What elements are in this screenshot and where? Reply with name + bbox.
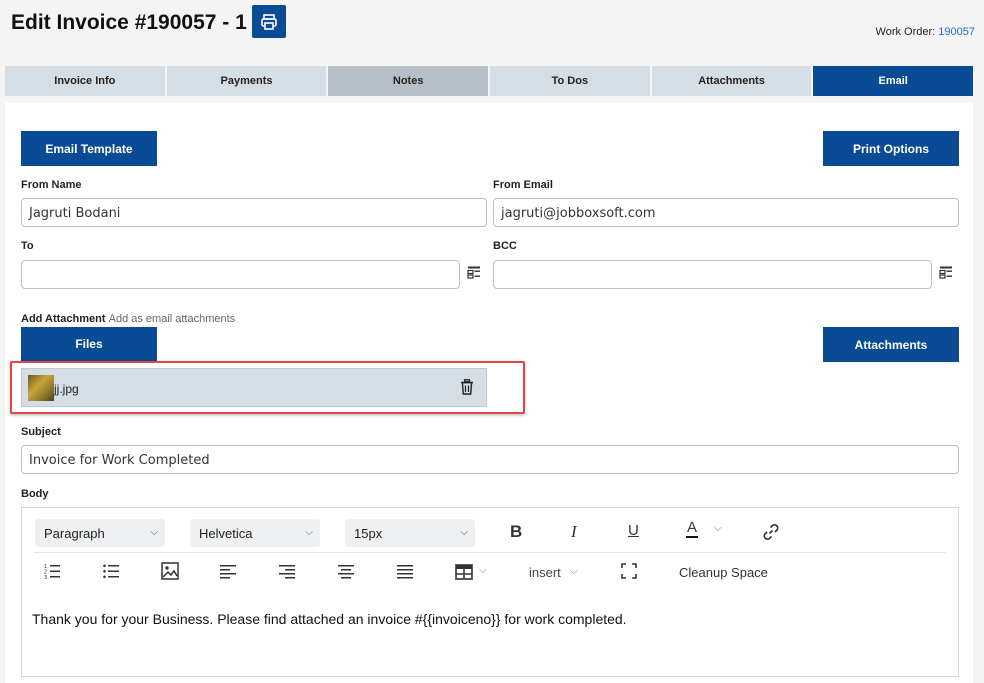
size-select[interactable]: 15px ⌵ bbox=[345, 519, 475, 547]
tab-payments[interactable]: Payments bbox=[166, 66, 327, 96]
chevron-down-icon[interactable]: ⌵ bbox=[479, 565, 487, 576]
tab-bar: Invoice Info Payments Notes To Dos Attac… bbox=[5, 66, 974, 96]
tab-invoice-info[interactable]: Invoice Info bbox=[5, 66, 165, 96]
font-select-value: Helvetica bbox=[199, 526, 253, 541]
chevron-down-icon: ⌵ bbox=[150, 527, 158, 538]
cleanup-space-button[interactable]: Cleanup Space bbox=[679, 565, 768, 580]
to-input[interactable] bbox=[21, 260, 460, 289]
from-email-input[interactable]: jagruti@jobboxsoft.com bbox=[493, 198, 959, 227]
align-left-icon[interactable] bbox=[220, 563, 236, 579]
work-order-link[interactable]: 190057 bbox=[938, 26, 975, 38]
contact-list-icon[interactable] bbox=[939, 265, 953, 279]
ordered-list-icon[interactable]: 1 2 3 bbox=[44, 563, 60, 579]
align-center-icon[interactable] bbox=[338, 563, 354, 579]
attachments-button[interactable]: Attachments bbox=[823, 327, 959, 362]
size-select-value: 15px bbox=[354, 526, 383, 541]
italic-icon[interactable]: I bbox=[571, 522, 577, 542]
chevron-down-icon: ⌵ bbox=[460, 527, 468, 538]
paragraph-select[interactable]: Paragraph ⌵ bbox=[35, 519, 165, 547]
underline-icon[interactable]: U bbox=[628, 522, 639, 539]
bullet-list-icon[interactable] bbox=[103, 563, 119, 579]
toolbar-divider bbox=[34, 552, 946, 553]
printer-icon bbox=[261, 13, 277, 30]
insert-menu[interactable]: insert bbox=[529, 565, 561, 580]
highlight-box bbox=[10, 361, 525, 414]
chevron-down-icon[interactable]: ⌵ bbox=[570, 566, 578, 577]
subject-input[interactable]: Invoice for Work Completed bbox=[21, 445, 959, 474]
image-icon[interactable] bbox=[161, 562, 179, 580]
rich-text-editor: Paragraph ⌵ Helvetica ⌵ 15px ⌵ B I U A ⌵… bbox=[21, 507, 959, 677]
font-select[interactable]: Helvetica ⌵ bbox=[190, 519, 320, 547]
link-icon[interactable] bbox=[762, 523, 780, 541]
add-attachment-title: Add Attachment bbox=[21, 313, 106, 325]
tab-to-dos[interactable]: To Dos bbox=[490, 66, 650, 96]
table-icon[interactable] bbox=[455, 564, 473, 580]
fullscreen-icon[interactable] bbox=[621, 563, 637, 579]
svg-text:3: 3 bbox=[44, 575, 47, 579]
work-order-label: Work Order: bbox=[875, 26, 936, 38]
from-name-input[interactable]: Jagruti Bodani bbox=[21, 198, 487, 227]
bcc-input[interactable] bbox=[493, 260, 932, 289]
print-button[interactable] bbox=[252, 5, 286, 38]
page-header: Edit Invoice #190057 - 1 Work Order: 190… bbox=[0, 0, 984, 62]
files-button[interactable]: Files bbox=[21, 327, 157, 361]
tab-email[interactable]: Email bbox=[813, 66, 974, 96]
bcc-label: BCC bbox=[493, 240, 517, 252]
tab-attachments[interactable]: Attachments bbox=[651, 66, 812, 96]
body-label: Body bbox=[21, 488, 49, 500]
print-options-button[interactable]: Print Options bbox=[823, 131, 959, 166]
email-template-button[interactable]: Email Template bbox=[21, 131, 157, 166]
chevron-down-icon[interactable]: ⌵ bbox=[714, 523, 722, 534]
align-right-icon[interactable] bbox=[279, 563, 295, 579]
email-body-text[interactable]: Thank you for your Business. Please find… bbox=[32, 611, 627, 627]
tab-notes[interactable]: Notes bbox=[328, 66, 489, 96]
to-label: To bbox=[21, 240, 34, 252]
add-attachment-hint: Add as email attachments bbox=[108, 313, 236, 325]
text-color-icon[interactable]: A bbox=[686, 520, 699, 538]
paragraph-select-value: Paragraph bbox=[44, 526, 105, 541]
add-attachment-label: Add Attachment Add as email attachments bbox=[21, 313, 235, 325]
subject-label: Subject bbox=[21, 426, 61, 438]
from-email-label: From Email bbox=[493, 179, 553, 191]
bold-icon[interactable]: B bbox=[510, 522, 522, 542]
contact-list-icon[interactable] bbox=[467, 265, 481, 279]
page-title: Edit Invoice #190057 - 1 bbox=[11, 11, 247, 34]
chevron-down-icon: ⌵ bbox=[305, 527, 313, 538]
from-name-label: From Name bbox=[21, 179, 82, 191]
work-order: Work Order: 190057 bbox=[876, 26, 975, 38]
align-justify-icon[interactable] bbox=[397, 563, 413, 579]
